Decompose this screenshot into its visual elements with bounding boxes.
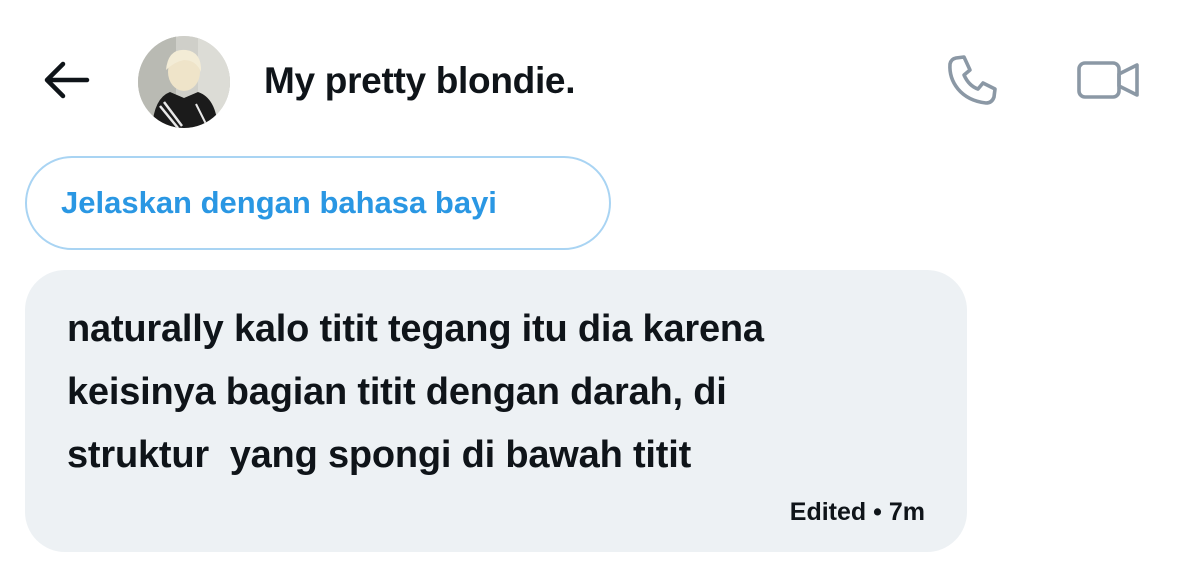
dm-conversation-screen: My pretty blondie. Jelaskan dengan bahas…	[0, 0, 1200, 572]
video-call-button[interactable]	[1070, 50, 1146, 110]
message-text-line: struktur yang spongi di bawah titit	[67, 434, 692, 476]
avatar[interactable]	[138, 36, 230, 128]
back-button[interactable]	[38, 56, 94, 104]
voice-call-button[interactable]	[940, 50, 1004, 110]
message-text-line: keisinya bagian titit dengan darah, di	[67, 371, 727, 413]
phone-icon	[948, 55, 997, 105]
message-text-line: naturally kalo titit tegang itu dia kare…	[67, 308, 764, 350]
suggested-prompt-button[interactable]: Jelaskan dengan bahasa bayi	[25, 156, 611, 250]
suggested-prompt-label: Jelaskan dengan bahasa bayi	[61, 185, 497, 220]
avatar-image	[138, 36, 230, 128]
message-time: 7m	[888, 498, 925, 526]
message-meta: Edited • 7m	[790, 498, 925, 527]
edited-status: Edited	[789, 498, 867, 526]
video-camera-icon	[1077, 61, 1139, 99]
message-bubble[interactable]: naturally kalo titit tegang itu dia kare…	[25, 270, 967, 552]
chat-title: My pretty blondie.	[264, 60, 576, 101]
arrow-left-icon	[44, 61, 90, 99]
meta-separator: •	[873, 498, 882, 526]
